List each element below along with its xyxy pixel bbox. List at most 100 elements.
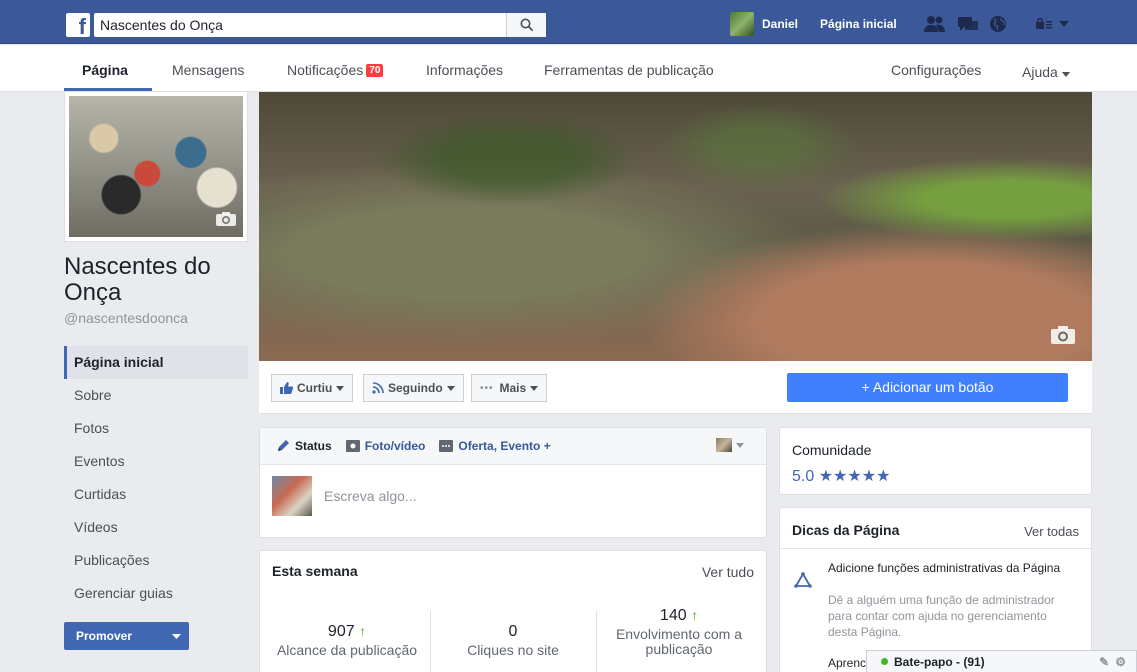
chevron-down-icon <box>1058 21 1069 27</box>
chevron-down-icon <box>530 385 539 391</box>
this-week-card: Esta semana Ver tudo 907 ↑ Alcance da pu… <box>259 550 767 672</box>
page-nav: Página Mensagens Notificações 70 Informaç… <box>0 45 1137 92</box>
top-icons <box>923 15 1007 33</box>
chat-bar[interactable]: Bate-papo - (91) ✎ ⚙ <box>866 650 1137 672</box>
composer-tab-photo[interactable]: Foto/vídeo <box>345 439 426 453</box>
tab-ferramentas[interactable]: Ferramentas de publicação <box>544 62 714 78</box>
community-title: Comunidade <box>792 442 872 458</box>
tab-notificacoes[interactable]: Notificações 70 <box>287 62 384 78</box>
composer-tab-photo-label: Foto/vídeo <box>364 439 426 453</box>
following-label: Seguindo <box>388 381 443 395</box>
chevron-down-icon <box>1061 72 1070 77</box>
facebook-logo-icon[interactable]: f <box>66 13 90 37</box>
add-button-cta[interactable]: + Adicionar um botão <box>787 373 1068 402</box>
chat-icons: ✎ ⚙ <box>1099 655 1126 669</box>
user-name-link[interactable]: Daniel <box>762 17 798 31</box>
lock-icon <box>1035 18 1052 29</box>
more-button[interactable]: ••• Mais <box>471 374 548 402</box>
stat-reach[interactable]: 907 ↑ Alcance da publicação <box>264 623 430 658</box>
page-handle[interactable]: @nascentesdoonca <box>64 310 188 326</box>
chat-label: Bate-papo - (91) <box>894 654 985 669</box>
chevron-down-icon[interactable] <box>172 622 181 660</box>
stat-engagement-label: Envolvimento com a publicação <box>615 626 743 657</box>
stat-clicks[interactable]: 0 Cliques no site <box>430 623 596 658</box>
cover-photo[interactable] <box>259 92 1092 361</box>
tab-informacoes[interactable]: Informações <box>426 62 503 78</box>
page-tips-card: Dicas da Página Ver todas Adicione funçõ… <box>779 507 1092 672</box>
tab-ajuda[interactable]: Ajuda <box>1022 64 1070 80</box>
notifications-badge: 70 <box>366 64 384 77</box>
camera-icon[interactable] <box>215 211 237 227</box>
tab-mensagens[interactable]: Mensagens <box>172 62 244 78</box>
community-card: Comunidade 5.0 ★★★★★ <box>779 427 1092 495</box>
menu-item-videos[interactable]: Vídeos <box>64 511 248 544</box>
stat-reach-value: 907 <box>327 623 355 640</box>
liked-button[interactable]: Curtiu <box>271 374 354 402</box>
tip-second-title[interactable]: Aprenc <box>828 656 866 670</box>
stat-reach-label: Alcance da publicação <box>276 642 418 658</box>
menu-item-fotos[interactable]: Fotos <box>64 412 248 445</box>
arrow-up-icon: ↑ <box>691 607 699 623</box>
search-input[interactable] <box>94 13 506 37</box>
camera-icon[interactable] <box>1050 325 1076 345</box>
promote-button[interactable]: Promover <box>64 622 189 650</box>
see-all-tips-link[interactable]: Ver todas <box>1024 524 1079 539</box>
top-bar: f Daniel Página inicial <box>0 0 1137 44</box>
composer-tab-status[interactable]: Status <box>276 439 332 453</box>
page-tips-title: Dicas da Página <box>792 522 900 538</box>
search-button[interactable] <box>506 13 546 37</box>
page-action-bar: Curtiu Seguindo ••• Mais + Adicionar um … <box>259 361 1092 414</box>
post-as-avatar <box>716 438 732 452</box>
see-all-link[interactable]: Ver tudo <box>702 564 754 580</box>
divider <box>780 548 1091 549</box>
stat-engagement-value: 140 <box>659 607 687 624</box>
offer-icon <box>439 440 454 452</box>
chevron-down-icon <box>336 385 345 391</box>
tab-ajuda-label: Ajuda <box>1022 64 1058 80</box>
admin-roles-icon <box>794 572 812 588</box>
composer-body: Escreva algo... <box>272 476 417 516</box>
composer-input[interactable]: Escreva algo... <box>324 488 417 504</box>
composer-tab-offer-event[interactable]: Oferta, Evento + <box>439 439 551 453</box>
chevron-down-icon <box>446 385 455 391</box>
profile-photo-image <box>69 96 243 237</box>
friend-requests-icon[interactable] <box>923 15 947 33</box>
tab-pagina[interactable]: Página <box>82 62 128 78</box>
post-as-selector[interactable] <box>716 438 744 452</box>
menu-item-eventos[interactable]: Eventos <box>64 445 248 478</box>
composer-tab-offer-label: Oferta, Evento + <box>458 439 551 453</box>
thumbs-up-icon <box>280 382 293 394</box>
menu-item-curtidas[interactable]: Curtidas <box>64 478 248 511</box>
user-avatar[interactable] <box>730 12 754 36</box>
tab-notificacoes-label: Notificações <box>287 62 364 78</box>
stat-engagement[interactable]: 140 ↑ Envolvimento com a publicação <box>596 607 762 657</box>
menu-item-gerenciar-guias[interactable]: Gerenciar guias <box>64 577 248 610</box>
page-avatar <box>272 476 312 516</box>
account-menu[interactable] <box>1035 18 1069 30</box>
promote-label: Promover <box>76 629 133 643</box>
gear-icon[interactable]: ⚙ <box>1115 655 1126 669</box>
stat-clicks-value: 0 <box>508 623 518 640</box>
search-box <box>94 13 546 37</box>
community-rating[interactable]: 5.0 ★★★★★ <box>792 466 890 486</box>
compose-icon[interactable]: ✎ <box>1099 655 1109 669</box>
pencil-icon <box>278 440 289 451</box>
notifications-globe-icon[interactable] <box>989 15 1007 33</box>
page-title: Nascentes do Onça <box>64 253 211 306</box>
stat-clicks-label: Cliques no site <box>467 642 559 658</box>
tab-configuracoes[interactable]: Configurações <box>891 62 981 78</box>
home-link[interactable]: Página inicial <box>820 17 897 31</box>
tip-admin-roles-desc: Dê a alguém uma função de administrador … <box>828 593 1055 639</box>
menu-item-pagina-inicial[interactable]: Página inicial <box>64 346 248 379</box>
profile-picture[interactable] <box>64 92 248 242</box>
chevron-down-icon <box>736 442 744 448</box>
menu-item-sobre[interactable]: Sobre <box>64 379 248 412</box>
tip-admin-roles-title[interactable]: Adicione funções administrativas da Pági… <box>828 560 1078 576</box>
menu-item-publicacoes[interactable]: Publicações <box>64 544 248 577</box>
more-label: Mais <box>499 381 527 395</box>
following-button[interactable]: Seguindo <box>363 374 464 402</box>
composer-tabs: Status Foto/vídeo Oferta, Evento + <box>260 428 766 465</box>
arrow-up-icon: ↑ <box>359 623 367 639</box>
messages-icon[interactable] <box>957 15 979 33</box>
top-right-nav: Daniel Página inicial <box>730 12 1069 36</box>
